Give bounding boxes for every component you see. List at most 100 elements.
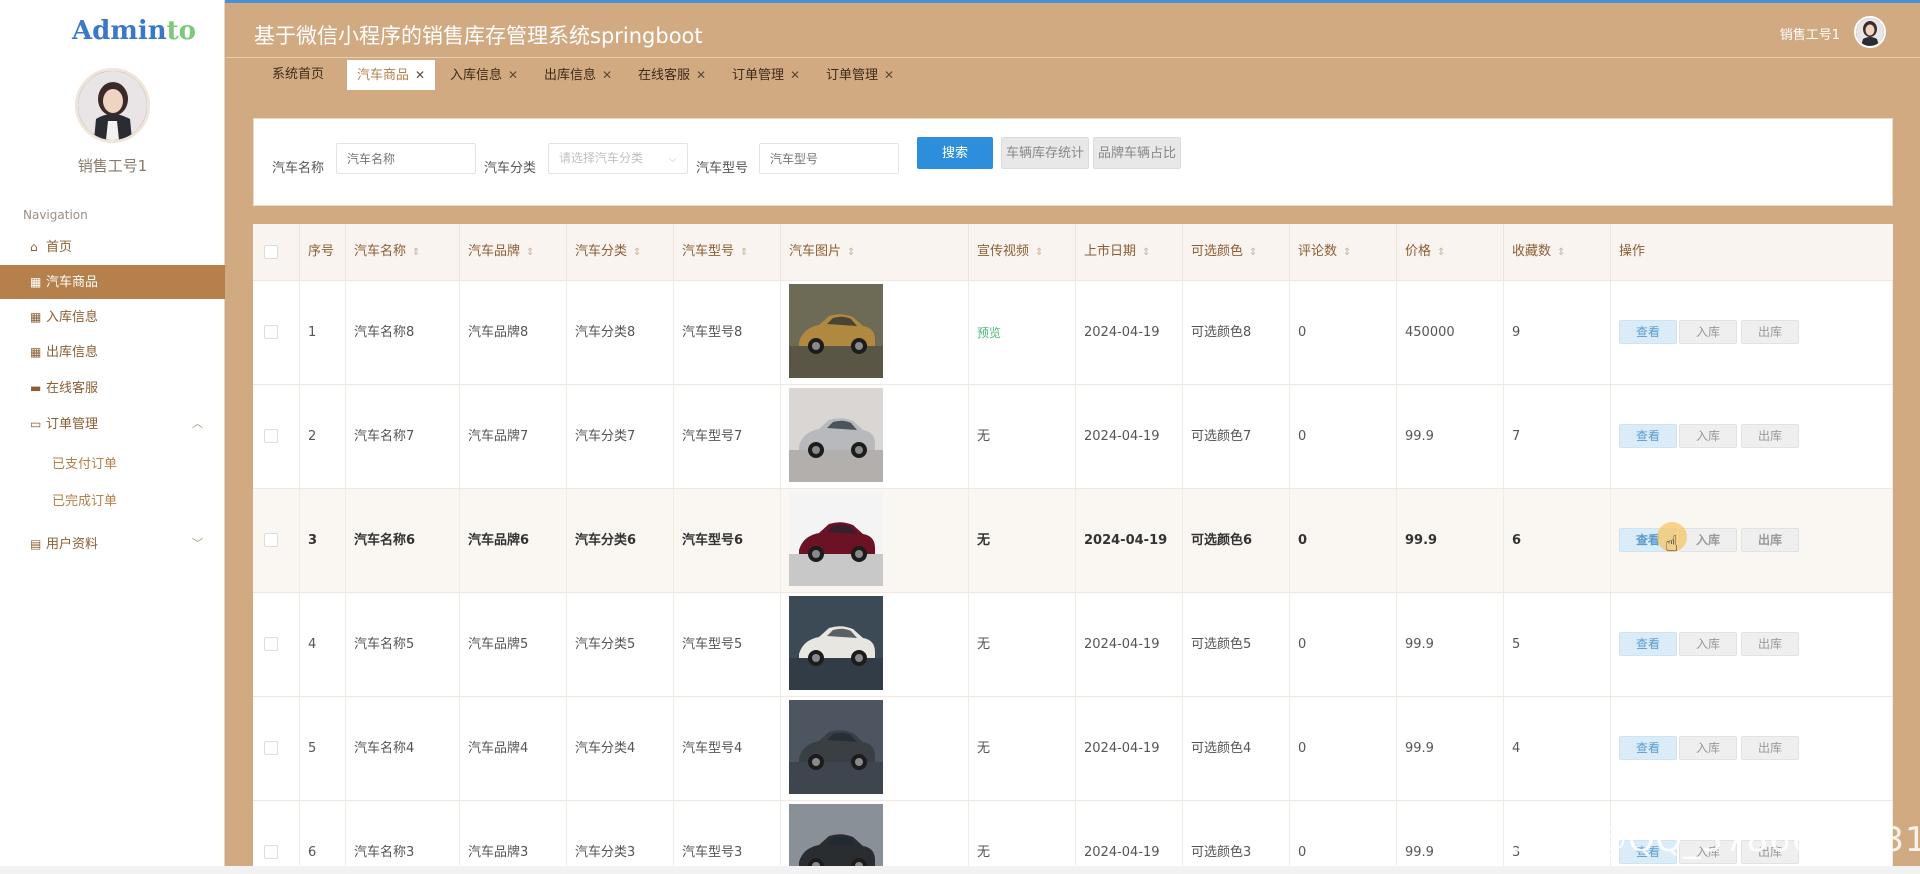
cell-no-text: 1 xyxy=(308,325,317,340)
cell-brand-text: 汽车品牌5 xyxy=(468,637,529,652)
nav-item-user-profile[interactable]: ▤ 用户资料 ﹀ xyxy=(0,527,225,561)
cell-color-text: 可选颜色7 xyxy=(1191,429,1252,444)
nav-label: 出库信息 xyxy=(46,345,99,360)
table-row[interactable]: 5 汽车名称4 汽车品牌4 汽车分类4 汽车型号4 无 2024-04-19 可选颜色4 0 99… xyxy=(253,696,1893,801)
header-favorites[interactable]: 收藏数 ⇕ xyxy=(1504,224,1611,280)
header-model[interactable]: 汽车型号 ⇕ xyxy=(674,224,781,280)
header-username[interactable]: 销售工号1 xyxy=(1780,24,1840,43)
nav-item-car-goods[interactable]: ▦ 汽车商品 xyxy=(0,265,225,299)
close-icon[interactable]: ✕ xyxy=(696,68,706,82)
search-button[interactable]: 搜索 xyxy=(917,137,993,169)
cell-date: 2024-04-19 xyxy=(1076,697,1183,801)
car-thumbnail[interactable] xyxy=(789,492,883,586)
view-button[interactable]: 查看 xyxy=(1619,528,1677,552)
cell-image xyxy=(781,697,969,801)
stock-out-button[interactable]: 出库 xyxy=(1741,528,1799,552)
row-checkbox[interactable] xyxy=(264,429,278,443)
header-brand[interactable]: 汽车品牌 ⇕ xyxy=(460,224,567,280)
nav-item-stock-out[interactable]: ▦ 出库信息 xyxy=(0,335,225,369)
car-thumbnail[interactable] xyxy=(789,284,883,378)
table-row[interactable]: 2 汽车名称7 汽车品牌7 汽车分类7 汽车型号7 无 2024-04-19 可选颜色7 0 99… xyxy=(253,384,1893,489)
car-model-input[interactable] xyxy=(759,143,899,174)
header-category[interactable]: 汽车分类 ⇕ xyxy=(567,224,674,280)
car-category-select[interactable]: 请选择汽车分类 ⌵ xyxy=(548,143,688,174)
header-name[interactable]: 汽车名称 ⇕ xyxy=(346,224,460,280)
table-row[interactable]: 3 汽车名称6 汽车品牌6 汽车分类6 汽车型号6 无 2024-04-19 可选颜色6 0 99… xyxy=(253,488,1893,593)
cell-brand: 汽车品牌3 xyxy=(460,801,567,874)
logo[interactable]: Adminto xyxy=(72,16,196,46)
stock-out-button[interactable]: 出库 xyxy=(1741,632,1799,656)
car-thumbnail[interactable] xyxy=(789,388,883,482)
row-checkbox[interactable] xyxy=(264,325,278,339)
cell-brand-text: 汽车品牌8 xyxy=(468,325,529,340)
car-thumbnail[interactable] xyxy=(789,804,883,874)
header-image[interactable]: 汽车图片 ⇕ xyxy=(781,224,969,280)
cell-date: 2024-04-19 xyxy=(1076,489,1183,593)
view-button[interactable]: 查看 xyxy=(1619,320,1677,344)
tab-online-service[interactable]: 在线客服 ✕ xyxy=(628,60,716,90)
stock-out-button[interactable]: 出库 xyxy=(1741,320,1799,344)
nav-sub-completed-orders[interactable]: 已完成订单 xyxy=(0,485,225,519)
close-icon[interactable]: ✕ xyxy=(790,68,800,82)
header-comments[interactable]: 评论数 ⇕ xyxy=(1290,224,1397,280)
car-thumbnail[interactable] xyxy=(789,700,883,794)
sort-icon: ⇕ xyxy=(526,247,535,258)
view-button[interactable]: 查看 xyxy=(1619,632,1677,656)
row-checkbox[interactable] xyxy=(264,533,278,547)
stock-in-button[interactable]: 入库 xyxy=(1679,424,1737,448)
sort-icon: ⇕ xyxy=(1142,247,1151,258)
row-checkbox[interactable] xyxy=(264,637,278,651)
stock-in-button[interactable]: 入库 xyxy=(1679,320,1737,344)
cell-video-text: 无 xyxy=(977,637,991,652)
table-row[interactable]: 4 汽车名称5 汽车品牌5 汽车分类5 汽车型号5 无 2024-04-19 可选颜色5 0 99… xyxy=(253,592,1893,697)
nav-label: 用户资料 xyxy=(46,537,99,552)
nav-item-online-service[interactable]: ▬ 在线客服 xyxy=(0,371,225,405)
header-price[interactable]: 价格 ⇕ xyxy=(1397,224,1504,280)
close-icon[interactable]: ✕ xyxy=(602,68,612,82)
cell-no: 4 xyxy=(300,593,346,697)
tab-system-home[interactable]: 系统首页 xyxy=(262,60,334,90)
header-date[interactable]: 上市日期 ⇕ xyxy=(1076,224,1183,280)
close-icon[interactable]: ✕ xyxy=(508,68,518,82)
stock-statistics-button[interactable]: 车辆库存统计 xyxy=(1001,137,1090,169)
cell-brand: 汽车品牌8 xyxy=(460,281,567,385)
header-video[interactable]: 宣传视频 ⇕ xyxy=(969,224,1076,280)
nav-item-home[interactable]: ⌂ 首页 xyxy=(0,230,225,264)
stock-out-button[interactable]: 出库 xyxy=(1741,424,1799,448)
nav-item-order-management[interactable]: ▭ 订单管理 ︿ xyxy=(0,407,225,441)
video-preview-link[interactable]: 预览 xyxy=(977,326,1001,340)
brand-ratio-button[interactable]: 品牌车辆占比 xyxy=(1093,137,1182,169)
car-thumbnail[interactable] xyxy=(789,596,883,690)
car-name-input[interactable] xyxy=(336,143,476,174)
select-all-checkbox[interactable] xyxy=(264,245,278,259)
row-checkbox[interactable] xyxy=(264,845,278,859)
row-checkbox[interactable] xyxy=(264,741,278,755)
header-color[interactable]: 可选颜色 ⇕ xyxy=(1183,224,1290,280)
close-icon[interactable]: ✕ xyxy=(415,68,425,82)
cell-comments-text: 0 xyxy=(1298,533,1308,548)
header-avatar[interactable] xyxy=(1854,16,1886,48)
close-icon[interactable]: ✕ xyxy=(884,68,894,82)
stock-in-button[interactable]: 入库 xyxy=(1679,528,1737,552)
grid-icon: ▦ xyxy=(30,345,42,359)
tab-order-management[interactable]: 订单管理 ✕ xyxy=(722,60,810,90)
table-row[interactable]: 1 汽车名称8 汽车品牌8 汽车分类8 汽车型号8 预览 2024-04-19 可选颜色8 0 4… xyxy=(253,280,1893,385)
stock-in-button[interactable]: 入库 xyxy=(1679,632,1737,656)
cell-comments-text: 0 xyxy=(1298,325,1307,340)
nav-sub-paid-orders[interactable]: 已支付订单 xyxy=(0,448,225,482)
view-button[interactable]: 查看 xyxy=(1619,424,1677,448)
cell-no: 2 xyxy=(300,385,346,489)
tab-car-goods[interactable]: 汽车商品 ✕ xyxy=(347,60,436,90)
cell-no: 6 xyxy=(300,801,346,874)
cell-no-text: 2 xyxy=(308,429,317,444)
cell-price: 99.9 xyxy=(1397,593,1504,697)
cell-color-text: 可选颜色6 xyxy=(1191,533,1253,548)
stock-out-button[interactable]: 出库 xyxy=(1741,736,1799,760)
tab-stock-out[interactable]: 出库信息 ✕ xyxy=(534,60,622,90)
tab-stock-in[interactable]: 入库信息 ✕ xyxy=(440,60,528,90)
stock-in-button[interactable]: 入库 xyxy=(1679,736,1737,760)
tab-order-management-2[interactable]: 订单管理 ✕ xyxy=(816,60,904,90)
nav-item-stock-in[interactable]: ▦ 入库信息 xyxy=(0,300,225,334)
row-select xyxy=(253,281,300,385)
view-button[interactable]: 查看 xyxy=(1619,736,1677,760)
